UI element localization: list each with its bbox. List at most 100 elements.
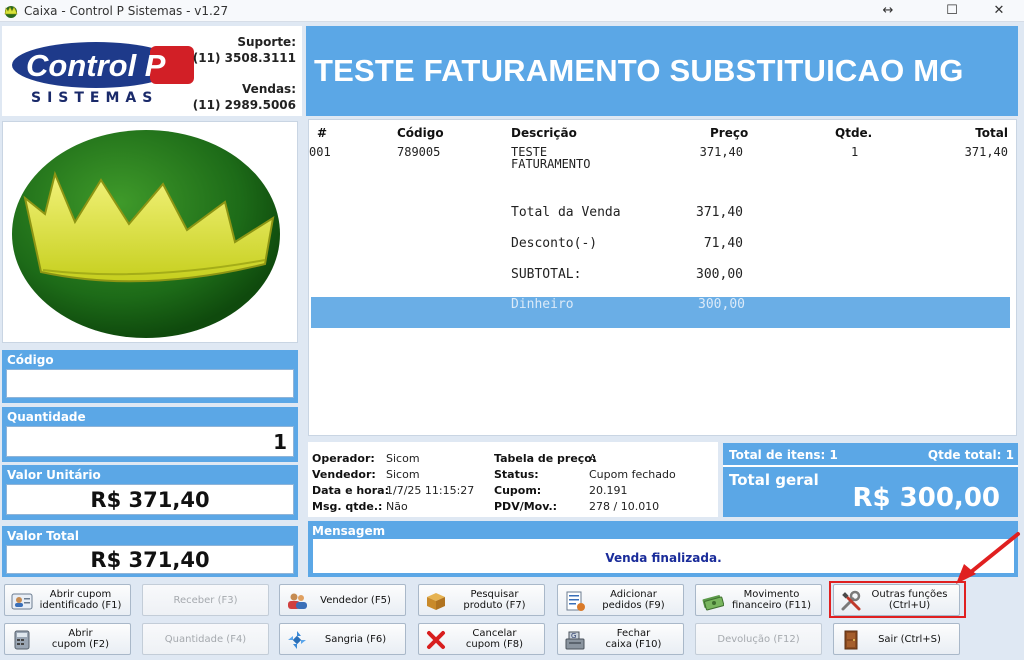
col-header-num: # — [317, 126, 328, 140]
tabela-preco-value: A — [589, 452, 597, 465]
vendedor-label: Vendedor: — [312, 468, 376, 481]
row-total: 371,40 — [964, 145, 1008, 159]
quantidade-button[interactable]: Quantidade (F4) — [142, 623, 269, 655]
valor-total-label: Valor Total — [7, 529, 79, 543]
company-banner: TESTE FATURAMENTO SUBSTITUICAO MG — [306, 26, 1018, 116]
col-header-total: Total — [975, 126, 1008, 140]
money-icon — [702, 595, 724, 611]
total-itens: Total de itens: 1 — [729, 448, 838, 462]
col-header-descricao: Descrição — [511, 126, 577, 140]
crown-icon — [12, 130, 280, 338]
data-hora-label: Data e hora: — [312, 484, 389, 497]
resize-icon[interactable]: ↔ — [866, 1, 910, 21]
cupom-label: Cupom: — [494, 484, 542, 497]
total-geral-value: R$ 300,00 — [852, 483, 1001, 513]
support-label: Suporte: — [237, 35, 296, 49]
items-table[interactable]: # Código Descrição Preço Qtde. Total 001… — [308, 119, 1017, 436]
diamond-arrows-icon — [288, 631, 306, 649]
vendedor-button[interactable]: Vendedor (F5) — [279, 584, 406, 616]
user-card-icon — [11, 593, 33, 610]
valor-total-value: R$ 371,40 — [90, 548, 210, 572]
subtotal-label: SUBTOTAL: — [511, 267, 582, 282]
logo-subtitle: SISTEMAS — [31, 90, 159, 106]
crown-app-icon — [4, 6, 18, 18]
tabela-preco-label: Tabela de preço: — [494, 452, 597, 465]
maximize-button[interactable]: ☐ — [930, 1, 974, 21]
close-button[interactable]: ✕ — [977, 1, 1021, 21]
devolucao-button[interactable]: Devolução (F12) — [695, 623, 822, 655]
valor-unitario-group: Valor Unitário R$ 371,40 — [2, 465, 298, 520]
box-icon — [427, 593, 445, 610]
status-label: Status: — [494, 468, 539, 481]
adicionar-pedidos-button[interactable]: Adicionar pedidos (F9) — [557, 584, 684, 616]
row-num: 001 — [309, 145, 331, 159]
abrir-cupom-identificado-button[interactable]: Abrir cupom identificado (F1) — [4, 584, 131, 616]
fechar-caixa-button[interactable]: G Fechar caixa (F10) — [557, 623, 684, 655]
sales-phone: (11) 2989.5006 — [192, 98, 296, 112]
receber-button[interactable]: Receber (F3) — [142, 584, 269, 616]
control-p-logo: Control P — [12, 42, 194, 88]
operador-label: Operador: — [312, 452, 375, 465]
sangria-button[interactable]: Sangria (F6) — [279, 623, 406, 655]
message-label: Mensagem — [312, 524, 386, 538]
logo-brand-text: Control P — [26, 48, 166, 83]
logo-panel: Control P SISTEMAS Suporte: (11) 3508.31… — [2, 26, 302, 116]
movimento-financeiro-button[interactable]: Movimento financeiro (F11) — [695, 584, 822, 616]
cancelar-cupom-button[interactable]: Cancelar cupom (F8) — [418, 623, 545, 655]
sale-info-panel: Operador: Sicom Vendedor: Sicom Data e h… — [308, 442, 718, 517]
message-text: Venda finalizada. — [605, 551, 722, 565]
row-preco: 371,40 — [699, 145, 743, 159]
payment-value: 300,00 — [698, 297, 745, 312]
payment-label: Dinheiro — [511, 297, 574, 312]
data-hora-value: 1/7/25 11:15:27 — [386, 484, 475, 497]
valor-total-group: Valor Total R$ 371,40 — [2, 526, 298, 577]
door-exit-icon — [844, 630, 858, 650]
cupom-value: 20.191 — [589, 484, 628, 497]
codigo-input[interactable] — [6, 369, 294, 398]
message-box: Venda finalizada. — [313, 539, 1014, 573]
support-phone: (11) 3508.3111 — [192, 51, 296, 65]
window-title: Caixa - Control P Sistemas - v1.27 — [24, 4, 229, 18]
totals-panel: Total de itens: 1 Qtde total: 1 Total ge… — [723, 443, 1018, 517]
row-codigo: 789005 — [397, 145, 441, 159]
desconto-label: Desconto(-) — [511, 236, 598, 251]
red-arrow-icon — [956, 532, 1020, 584]
users-icon — [288, 593, 307, 609]
quantidade-group: Quantidade 1 — [2, 407, 298, 462]
desconto-value: 71,40 — [703, 236, 743, 251]
pesquisar-produto-button[interactable]: Pesquisar produto (F7) — [418, 584, 545, 616]
quantidade-input[interactable]: 1 — [6, 426, 294, 457]
cash-register-icon: G — [565, 631, 585, 650]
sair-button[interactable]: Sair (Ctrl+S) — [833, 623, 960, 655]
msg-qtde-label: Msg. qtde.: — [312, 500, 383, 513]
status-value: Cupom fechado — [589, 468, 676, 481]
quantidade-value: 1 — [273, 430, 287, 454]
codigo-group: Código — [2, 350, 298, 403]
totals-divider — [723, 465, 1018, 467]
qtde-total: Qtde total: 1 — [927, 448, 1014, 462]
col-header-qtde: Qtde. — [835, 126, 873, 140]
total-geral-label: Total geral — [729, 471, 819, 489]
cancel-x-icon — [427, 631, 445, 649]
pdv-mov-value: 278 / 10.010 — [589, 500, 660, 513]
calculator-icon — [14, 630, 30, 650]
valor-total-field: R$ 371,40 — [6, 545, 294, 574]
sales-label: Vendas: — [242, 82, 296, 96]
col-header-codigo: Código — [397, 126, 444, 140]
valor-unitario-value: R$ 371,40 — [90, 488, 210, 512]
selected-payment-row[interactable]: Dinheiro 300,00 — [311, 297, 1010, 328]
title-bar: Caixa - Control P Sistemas - v1.27 ↔ ☐ ✕ — [0, 0, 1024, 22]
row-qtde: 1 — [851, 145, 859, 159]
abrir-cupom-button[interactable]: Abrir cupom (F2) — [4, 623, 131, 655]
msg-qtde-value: Não — [386, 500, 408, 513]
total-venda-label: Total da Venda — [511, 205, 621, 220]
message-panel: Mensagem Venda finalizada. — [308, 521, 1018, 577]
row-descricao-line2: FATURAMENTO — [511, 157, 591, 171]
valor-unitario-label: Valor Unitário — [7, 468, 101, 482]
highlight-outras-funcoes — [829, 581, 966, 618]
crown-logo-image — [2, 121, 298, 343]
pdv-mov-label: PDV/Mov.: — [494, 500, 558, 513]
quantidade-label: Quantidade — [7, 410, 86, 424]
company-name: TESTE FATURAMENTO SUBSTITUICAO MG — [314, 53, 964, 88]
operador-value: Sicom — [386, 452, 420, 465]
